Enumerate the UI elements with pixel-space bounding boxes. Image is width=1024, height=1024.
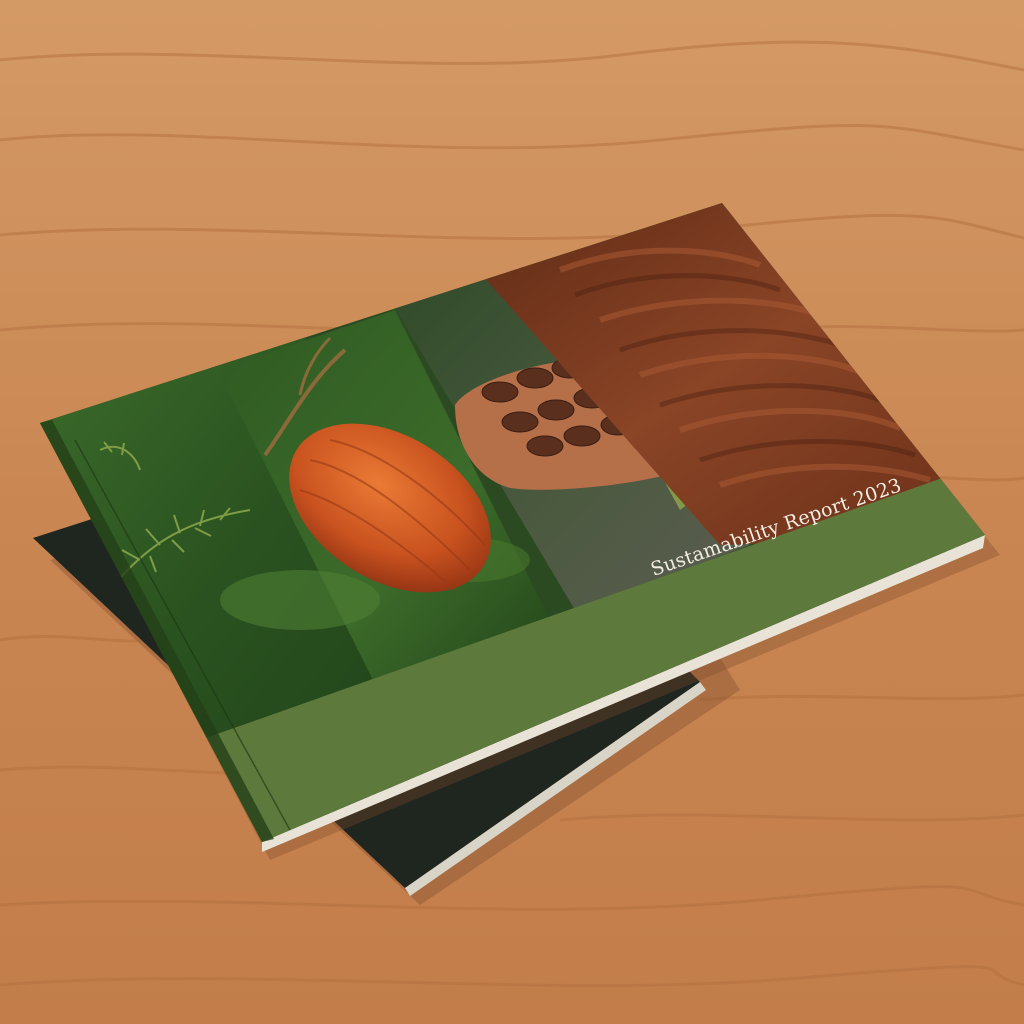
product-photo-scene bbox=[0, 0, 1024, 1024]
